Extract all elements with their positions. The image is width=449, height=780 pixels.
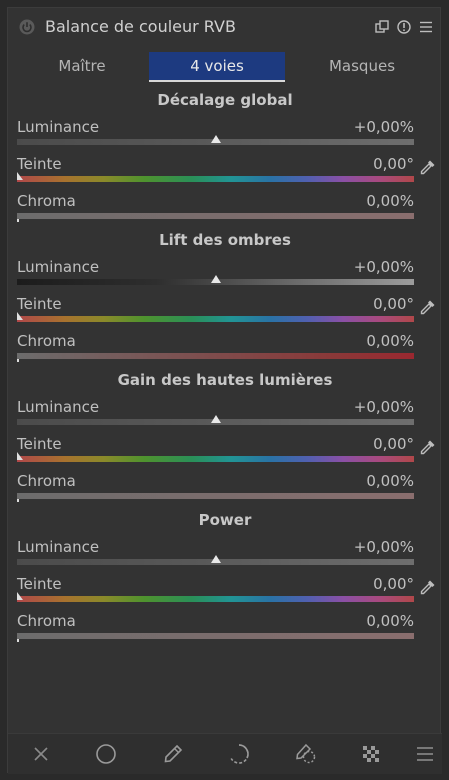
- chroma-track: [17, 213, 414, 219]
- drawn-mask-icon[interactable]: [95, 743, 117, 765]
- slider-marker[interactable]: [17, 172, 23, 180]
- slider-value: +0,00%: [353, 398, 414, 416]
- slider-value: 0,00%: [366, 472, 414, 490]
- blend-options-icon[interactable]: [360, 743, 382, 765]
- power-icon[interactable]: [19, 19, 35, 35]
- slider-value: 0,00%: [366, 612, 414, 630]
- power-chroma-slider[interactable]: Chroma 0,00%: [8, 612, 442, 649]
- section-title-global-offset: Décalage global: [157, 91, 293, 109]
- slider-label: Chroma: [17, 612, 76, 630]
- slider-value: 0,00°: [373, 155, 414, 173]
- slider-label: Luminance: [17, 258, 100, 276]
- color-picker-icon[interactable]: [419, 298, 437, 316]
- global-offset-chroma-slider[interactable]: Chroma 0,00%: [8, 192, 442, 229]
- slider-label: Luminance: [17, 398, 100, 416]
- section-title-highlights-gain: Gain des hautes lumières: [117, 371, 333, 389]
- slider-value: 0,00%: [366, 332, 414, 350]
- highlights-gain-hue-slider[interactable]: Teinte 0,00°: [8, 435, 442, 472]
- raster-mask-icon[interactable]: [294, 743, 316, 765]
- more-options-icon[interactable]: [414, 743, 436, 765]
- slider-value: +0,00%: [353, 118, 414, 136]
- hue-track: [17, 316, 414, 322]
- hue-track: [17, 456, 414, 462]
- slider-marker[interactable]: [211, 275, 221, 283]
- drawn-parametric-mask-icon[interactable]: [228, 743, 250, 765]
- global-offset-hue-slider[interactable]: Teinte 0,00°: [8, 155, 442, 192]
- section-title-shadows-lift: Lift des ombres: [159, 231, 291, 249]
- presets-menu-icon[interactable]: [419, 20, 433, 34]
- hue-track: [17, 596, 414, 602]
- slider-marker[interactable]: [17, 312, 23, 320]
- slider-marker[interactable]: [17, 639, 19, 642]
- module-header: Balance de couleur RVB: [8, 8, 442, 48]
- slider-label: Teinte: [17, 575, 62, 593]
- slider-marker[interactable]: [211, 555, 221, 563]
- color-picker-icon[interactable]: [419, 438, 437, 456]
- tab-4-voies[interactable]: 4 voies: [149, 52, 285, 82]
- slider-value: 0,00%: [366, 192, 414, 210]
- global-offset-luminance-slider[interactable]: Luminance +0,00%: [8, 118, 442, 155]
- slider-label: Luminance: [17, 538, 100, 556]
- tab-maitre[interactable]: Maître: [16, 52, 148, 80]
- slider-value: +0,00%: [353, 258, 414, 276]
- slider-marker[interactable]: [17, 499, 19, 502]
- chroma-track: [17, 353, 414, 359]
- power-luminance-slider[interactable]: Luminance +0,00%: [8, 538, 442, 575]
- color-picker-icon[interactable]: [419, 578, 437, 596]
- parametric-mask-icon[interactable]: [162, 743, 184, 765]
- slider-label: Chroma: [17, 192, 76, 210]
- shadows-lift-chroma-slider[interactable]: Chroma 0,00%: [8, 332, 442, 369]
- highlights-gain-luminance-slider[interactable]: Luminance +0,00%: [8, 398, 442, 435]
- shadows-lift-hue-slider[interactable]: Teinte 0,00°: [8, 295, 442, 332]
- color-balance-rgb-module: Balance de couleur RVB Maître 4 voies Ma…: [7, 7, 442, 774]
- highlights-gain-chroma-slider[interactable]: Chroma 0,00%: [8, 472, 442, 509]
- reset-icon[interactable]: [397, 20, 411, 34]
- slider-marker[interactable]: [17, 452, 23, 460]
- slider-label: Chroma: [17, 332, 76, 350]
- slider-marker[interactable]: [17, 359, 19, 362]
- slider-label: Chroma: [17, 472, 76, 490]
- blend-mode-bar: [8, 733, 442, 774]
- multi-instance-icon[interactable]: [375, 20, 389, 34]
- slider-value: 0,00°: [373, 295, 414, 313]
- slider-marker[interactable]: [211, 415, 221, 423]
- shadows-lift-luminance-slider[interactable]: Luminance +0,00%: [8, 258, 442, 295]
- slider-value: 0,00°: [373, 435, 414, 453]
- slider-marker[interactable]: [211, 135, 221, 143]
- slider-label: Teinte: [17, 295, 62, 313]
- section-title-power: Power: [198, 511, 252, 529]
- chroma-track: [17, 633, 414, 639]
- slider-value: +0,00%: [353, 538, 414, 556]
- slider-label: Luminance: [17, 118, 100, 136]
- chroma-track: [17, 493, 414, 499]
- tab-masques[interactable]: Masques: [295, 52, 429, 80]
- slider-marker[interactable]: [17, 219, 19, 222]
- slider-label: Teinte: [17, 435, 62, 453]
- module-title: Balance de couleur RVB: [45, 17, 236, 36]
- slider-value: 0,00°: [373, 575, 414, 593]
- hue-track: [17, 176, 414, 182]
- slider-marker[interactable]: [17, 592, 23, 600]
- slider-label: Teinte: [17, 155, 62, 173]
- module-tabs: Maître 4 voies Masques: [8, 52, 442, 82]
- off-icon[interactable]: [30, 743, 52, 765]
- color-picker-icon[interactable]: [419, 158, 437, 176]
- power-hue-slider[interactable]: Teinte 0,00°: [8, 575, 442, 612]
